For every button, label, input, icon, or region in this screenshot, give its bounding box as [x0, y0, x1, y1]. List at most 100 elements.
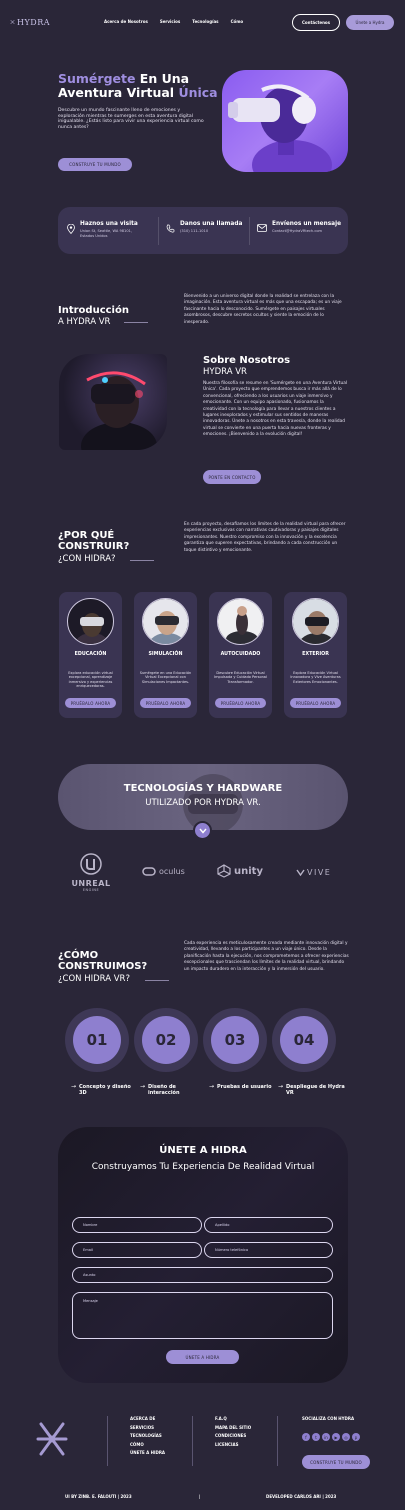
step-circle: 02: [134, 1008, 198, 1072]
join-submit-button[interactable]: ÚNETE A HIDRA: [166, 1350, 239, 1364]
nav-item-services[interactable]: Servicios: [160, 19, 180, 24]
main-nav: Acerca de Nosotros Servicios Tecnologías…: [104, 19, 243, 24]
why-heading-line-1: ¿POR QUÉ: [58, 530, 115, 541]
step-number: 02: [142, 1016, 190, 1064]
step-number: 03: [211, 1016, 259, 1064]
brand-vive: VIVE: [307, 868, 332, 877]
vive-icon: [296, 869, 305, 876]
phone-input[interactable]: [204, 1242, 333, 1258]
contact-message-email[interactable]: Contact@HydraVRtech.com: [272, 229, 341, 234]
card-try-button[interactable]: PRUÉBALO AHORA: [65, 698, 116, 708]
service-card-simulation: SIMULACIÓN Sumérgete en una Educación Vi…: [134, 592, 197, 718]
social-title: SOCIALIZA CON HYDRA: [302, 1416, 355, 1421]
intro-text: Bienvenido a un universo digital donde l…: [184, 294, 342, 325]
logo[interactable]: HYDRA: [10, 12, 50, 32]
contact-visit-title: Haznos una visita: [80, 221, 138, 227]
arrow-line: [130, 560, 154, 561]
how-heading: ¿CÓMO CONSTRUIMOS?: [58, 950, 147, 972]
youtube-icon[interactable]: ▶: [332, 1433, 340, 1441]
footer-links-col-1: ACERCA DE SERVICIOS TECNOLOGÍAS CÓMO ÚNE…: [130, 1415, 165, 1458]
hero-cta-button[interactable]: CONSTRUYE TU MUNDO: [58, 158, 132, 171]
divider: [249, 217, 250, 245]
arrow-right-icon: →: [140, 1083, 146, 1090]
why-heading-line-2: CONSTRUIR?: [58, 541, 130, 552]
card-image: [67, 598, 114, 645]
brand-engine: ENGINE: [82, 888, 100, 892]
contact-button[interactable]: Contáctenos: [292, 14, 340, 31]
about-contact-button[interactable]: PONTE EN CONTACTO: [203, 470, 261, 484]
brand-oculus: oculus: [159, 867, 185, 876]
twitter-icon[interactable]: t: [312, 1433, 320, 1441]
credit-ui: UI BY ZINB. E. FALOUTI | 2023: [65, 1494, 132, 1499]
step-label: Despliegue de Hydra VR: [286, 1084, 345, 1096]
step-number: 04: [280, 1016, 328, 1064]
nav-item-how[interactable]: Cómo: [231, 19, 244, 24]
footer-link-about[interactable]: ACERCA DE: [130, 1415, 165, 1424]
step-circle: 01: [65, 1008, 129, 1072]
arrow-right-icon: →: [71, 1083, 77, 1090]
credit-divider: |: [199, 1494, 201, 1499]
how-heading-line-2: CONSTRUIMOS?: [58, 961, 148, 972]
arrow-right-icon: →: [278, 1083, 284, 1090]
step-label: Concepto y diseño 3D: [79, 1084, 131, 1096]
footer-link-conditions[interactable]: CONDICIONES: [215, 1432, 251, 1441]
email-input[interactable]: [72, 1242, 202, 1258]
step-circle: 04: [272, 1008, 336, 1072]
footer-logo[interactable]: [36, 1418, 68, 1464]
contact-call-phone[interactable]: (310) 111-1010: [180, 229, 242, 234]
divider: [192, 1416, 193, 1466]
step-circle: 03: [203, 1008, 267, 1072]
vive-logo: VIVE: [296, 868, 331, 877]
footer-link-how[interactable]: CÓMO: [130, 1441, 165, 1450]
footer-link-sitemap[interactable]: MAPA DEL SITIO: [215, 1424, 251, 1433]
subject-input[interactable]: [72, 1267, 333, 1283]
divider: [277, 1416, 278, 1466]
linkedin-icon[interactable]: in: [322, 1433, 330, 1441]
credit-dev: DEVELOPED CARLOS ARI | 2023: [266, 1494, 337, 1499]
first-name-input[interactable]: [72, 1217, 202, 1233]
form-title: ÚNETE A HIDRA: [159, 1145, 247, 1156]
last-name-input[interactable]: [204, 1217, 333, 1233]
footer-cta-button[interactable]: CONSTRUYE TU MUNDO: [302, 1455, 370, 1469]
service-card-education: EDUCACIÓN Explora educación virtual exce…: [59, 592, 122, 718]
how-text: Cada experiencia es meticulosamente crea…: [184, 941, 349, 972]
why-heading: ¿POR QUÉ CONSTRUIR?: [58, 530, 129, 552]
join-button[interactable]: Únete a Hydra: [346, 15, 394, 30]
instagram-icon[interactable]: ◎: [342, 1433, 350, 1441]
hydra-logo-icon: [36, 1422, 68, 1456]
phone-icon: [166, 224, 175, 233]
tech-title: TECNOLOGÍAS Y HARDWARE: [123, 783, 283, 794]
brand-unity: unity: [234, 865, 263, 877]
about-subheading: HYDRA VR: [203, 367, 247, 377]
message-textarea[interactable]: [72, 1292, 333, 1339]
location-pin-icon: [67, 224, 75, 234]
intro-heading: Introducción: [58, 305, 129, 316]
footer-link-faq[interactable]: F.A.Q: [215, 1415, 251, 1424]
footer-links-col-2: F.A.Q MAPA DEL SITIO CONDICIONES LICENCI…: [215, 1415, 251, 1449]
nav-item-about[interactable]: Acerca de Nosotros: [104, 19, 148, 24]
card-try-button[interactable]: PRUÉBALO AHORA: [290, 698, 341, 708]
contact-message-title: Envíenos un mensaje: [272, 221, 342, 227]
nav-item-technologies[interactable]: Tecnologías: [192, 19, 218, 24]
pinterest-icon[interactable]: p: [352, 1433, 360, 1441]
divider: [158, 217, 159, 245]
arrow-right-icon: →: [209, 1083, 215, 1090]
footer-link-services[interactable]: SERVICIOS: [130, 1424, 165, 1433]
about-image: [59, 354, 167, 450]
arrow-line: [124, 322, 148, 323]
service-card-selfcare: AUTOCUIDADO Descubre Educación Virtual I…: [209, 592, 272, 718]
footer-link-licenses[interactable]: LICENCIAS: [215, 1441, 251, 1450]
footer-link-technologies[interactable]: TECNOLOGÍAS: [130, 1432, 165, 1441]
footer-link-join[interactable]: ÚNETE A HIDRA: [130, 1449, 165, 1458]
hero-title-accent-1: Sumérgete: [58, 71, 136, 86]
how-heading-line-1: ¿CÓMO: [58, 950, 99, 961]
card-title: AUTOCUIDADO: [220, 652, 261, 657]
card-try-button[interactable]: PRUÉBALO AHORA: [215, 698, 266, 708]
chevron-down-icon[interactable]: [193, 821, 212, 840]
unreal-engine-logo: UNREAL ENGINE: [70, 853, 112, 897]
about-text: Nuestra filosofía se resume en 'Sumérget…: [203, 381, 348, 438]
facebook-icon[interactable]: f: [302, 1433, 310, 1441]
step-label: Diseño de interacción: [148, 1084, 180, 1096]
card-try-button[interactable]: PRUÉBALO AHORA: [140, 698, 191, 708]
oculus-icon: [142, 867, 156, 876]
